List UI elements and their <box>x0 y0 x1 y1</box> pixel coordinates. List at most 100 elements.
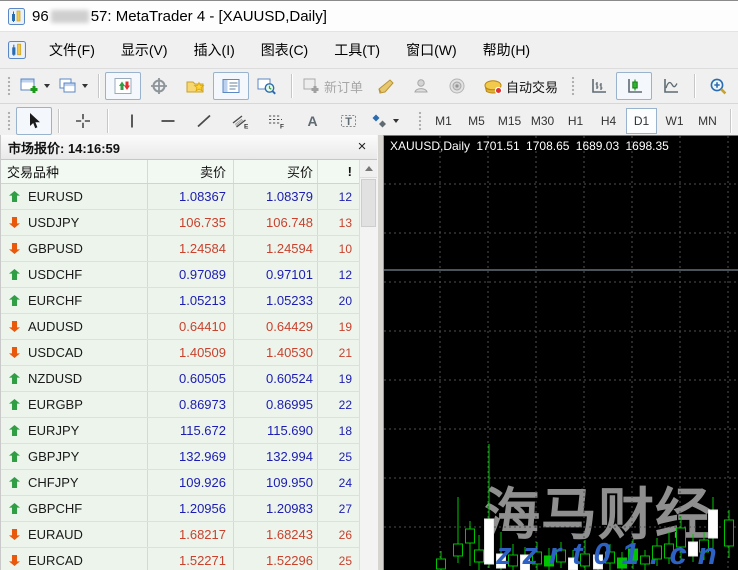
ask-value: 109.950 <box>233 470 317 495</box>
scrollbar[interactable] <box>359 160 377 570</box>
table-row[interactable]: NZDUSD 0.60505 0.60524 19 <box>1 366 359 392</box>
autotrading-hat-icon <box>483 77 504 95</box>
cursor-button[interactable] <box>16 107 52 135</box>
table-row[interactable]: EURAUD 1.68217 1.68243 26 <box>1 522 359 548</box>
scroll-up-icon <box>365 166 373 171</box>
chevron-down-icon <box>44 84 50 88</box>
timeframe-m30[interactable]: M30 <box>527 108 558 134</box>
crosshair-button[interactable] <box>65 107 101 135</box>
price-chart[interactable] <box>384 136 738 570</box>
timeframe-mn[interactable]: MN <box>692 108 723 134</box>
timeframe-m1[interactable]: M1 <box>428 108 459 134</box>
panel-splitter[interactable] <box>377 135 384 570</box>
scrollbar-thumb[interactable] <box>361 179 376 227</box>
table-row[interactable]: USDCAD 1.40509 1.40530 21 <box>1 340 359 366</box>
fibonacci-button[interactable]: F <box>258 107 294 135</box>
ask-value: 115.690 <box>233 418 317 443</box>
line-chart-button[interactable] <box>652 72 688 100</box>
fibonacci-icon: F <box>267 112 286 130</box>
column-bid[interactable]: 卖价 <box>147 160 233 183</box>
toolbar-grip[interactable] <box>570 75 576 97</box>
close-icon[interactable]: × <box>354 139 370 155</box>
menu-item-h[interactable]: 帮助(H) <box>470 35 543 65</box>
toolbar-grip[interactable] <box>6 110 12 132</box>
spread-value: 12 <box>317 184 359 209</box>
text-button[interactable]: A <box>294 107 330 135</box>
table-row[interactable]: EURUSD 1.08367 1.08379 12 <box>1 184 359 210</box>
timeframe-h4[interactable]: H4 <box>593 108 624 134</box>
menu-item-v[interactable]: 显示(V) <box>108 35 181 65</box>
separator <box>58 109 59 133</box>
new-order-button[interactable]: 新订单 <box>298 72 367 100</box>
toolbar-grip[interactable] <box>6 75 12 97</box>
community-icon <box>412 77 430 95</box>
market-watch-titlebar: 市场报价: 14:16:59 × <box>1 135 377 160</box>
candlestick-chart-button[interactable] <box>616 72 652 100</box>
menu-item-f[interactable]: 文件(F) <box>36 35 108 65</box>
chart-window-icon[interactable] <box>8 41 26 59</box>
toolbar-grip[interactable] <box>417 110 423 132</box>
terminal-toggle[interactable] <box>213 72 249 100</box>
bar-chart-button[interactable] <box>580 72 616 100</box>
trendline-button[interactable] <box>186 107 222 135</box>
vertical-line-button[interactable] <box>114 107 150 135</box>
profiles-button[interactable] <box>54 72 92 100</box>
text-label-button[interactable]: T <box>330 107 366 135</box>
table-row[interactable]: AUDUSD 0.64410 0.64429 19 <box>1 314 359 340</box>
table-row[interactable]: EURCAD 1.52271 1.52296 25 <box>1 548 359 570</box>
timeframe-m5[interactable]: M5 <box>461 108 492 134</box>
arrows-dropdown-button[interactable] <box>366 107 403 135</box>
column-ask[interactable]: 买价 <box>233 160 317 183</box>
options-button[interactable] <box>439 72 475 100</box>
strategy-tester-button[interactable] <box>249 72 285 100</box>
trend-arrow-icon <box>9 451 20 462</box>
zoom-in-button[interactable] <box>701 72 737 100</box>
ask-value: 132.994 <box>233 444 317 469</box>
table-row[interactable]: USDJPY 106.735 106.748 13 <box>1 210 359 236</box>
title-bar: 9657: MetaTrader 4 - [XAUUSD,Daily] <box>0 1 738 32</box>
window-title: 9657: MetaTrader 4 - [XAUUSD,Daily] <box>32 8 327 25</box>
symbol-label: EURCAD <box>28 553 83 568</box>
equidistant-channel-button[interactable]: E <box>222 107 258 135</box>
scroll-up-button[interactable] <box>360 160 377 178</box>
timeframe-d1[interactable]: D1 <box>626 108 657 134</box>
bid-value: 109.926 <box>147 470 233 495</box>
new-order-icon <box>302 77 322 95</box>
community-button[interactable] <box>403 72 439 100</box>
separator <box>107 109 108 133</box>
spread-value: 26 <box>317 522 359 547</box>
ask-value: 1.05233 <box>233 288 317 313</box>
table-row[interactable]: CHFJPY 109.926 109.950 24 <box>1 470 359 496</box>
autotrading-button[interactable]: 自动交易 <box>479 72 562 100</box>
table-row[interactable]: USDCHF 0.97089 0.97101 12 <box>1 262 359 288</box>
column-spread[interactable]: ! <box>317 160 359 183</box>
timeframe-h1[interactable]: H1 <box>560 108 591 134</box>
market-watch-toggle[interactable] <box>105 72 141 100</box>
chart-panel[interactable]: 海马财经 zzrt01.cn XAUUSD,Daily 1701.51 1708… <box>384 135 738 570</box>
data-window-button[interactable] <box>141 72 177 100</box>
trendline-icon <box>195 112 213 130</box>
symbol-label: GBPUSD <box>28 241 83 256</box>
table-row[interactable]: GBPJPY 132.969 132.994 25 <box>1 444 359 470</box>
table-row[interactable]: GBPCHF 1.20956 1.20983 27 <box>1 496 359 522</box>
spread-value: 12 <box>317 262 359 287</box>
table-row[interactable]: GBPUSD 1.24584 1.24594 10 <box>1 236 359 262</box>
trend-arrow-icon <box>9 503 20 514</box>
menu-bar: 文件(F)显示(V)插入(I)图表(C)工具(T)窗口(W)帮助(H) <box>0 32 738 69</box>
menu-item-i[interactable]: 插入(I) <box>181 35 248 65</box>
metaeditor-button[interactable] <box>367 72 403 100</box>
menu-item-t[interactable]: 工具(T) <box>321 35 393 65</box>
horizontal-line-button[interactable] <box>150 107 186 135</box>
table-row[interactable]: EURCHF 1.05213 1.05233 20 <box>1 288 359 314</box>
navigator-toggle[interactable] <box>177 72 213 100</box>
new-chart-button[interactable] <box>16 72 54 100</box>
timeframe-w1[interactable]: W1 <box>659 108 690 134</box>
new-chart-icon <box>20 77 40 95</box>
table-row[interactable]: EURJPY 115.672 115.690 18 <box>1 418 359 444</box>
strategy-tester-icon <box>257 77 277 95</box>
menu-item-c[interactable]: 图表(C) <box>248 35 321 65</box>
menu-item-w[interactable]: 窗口(W) <box>393 35 470 65</box>
column-symbol[interactable]: 交易品种 <box>1 160 147 183</box>
table-row[interactable]: EURGBP 0.86973 0.86995 22 <box>1 392 359 418</box>
timeframe-m15[interactable]: M15 <box>494 108 525 134</box>
